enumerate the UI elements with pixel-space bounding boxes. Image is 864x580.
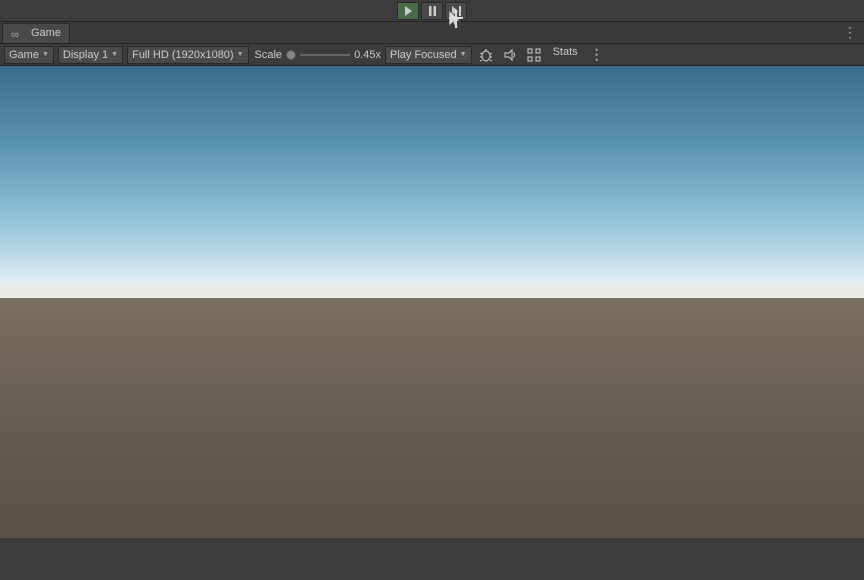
view-dropdown-label: Game — [9, 49, 39, 61]
bug-icon — [479, 48, 493, 62]
audio-icon-button[interactable] — [500, 46, 520, 64]
pause-button[interactable] — [421, 2, 443, 20]
play-focused-arrow: ▼ — [460, 51, 467, 58]
game-viewport[interactable] — [0, 66, 864, 538]
scale-label: Scale — [255, 49, 283, 61]
more-options-button[interactable]: ⋮ — [587, 46, 607, 64]
resolution-dropdown[interactable]: Full HD (1920x1080) ▼ — [127, 46, 248, 64]
grid-icon-button[interactable] — [524, 46, 544, 64]
resolution-dropdown-arrow: ▼ — [237, 51, 244, 58]
audio-icon — [503, 48, 517, 62]
tab-more-button[interactable]: ⋮ — [840, 24, 860, 42]
view-dropdown-arrow: ▼ — [42, 51, 49, 58]
stats-button[interactable]: Stats — [548, 46, 583, 64]
play-focused-label: Play Focused — [390, 49, 457, 61]
game-tab[interactable]: Game — [2, 23, 70, 43]
more-options-icon: ⋮ — [590, 46, 604, 63]
play-focused-dropdown[interactable]: Play Focused ▼ — [385, 46, 472, 64]
glasses-icon — [11, 29, 27, 37]
scale-slider-track — [300, 54, 350, 56]
game-tab-label: Game — [31, 27, 61, 39]
ground — [0, 298, 864, 538]
step-button[interactable] — [445, 2, 467, 20]
top-toolbar — [0, 0, 864, 22]
scale-value: 0.45x — [354, 49, 381, 61]
scale-slider[interactable]: 0.45x — [286, 49, 381, 61]
display-dropdown-label: Display 1 — [63, 49, 108, 61]
play-button[interactable] — [397, 2, 419, 20]
resolution-dropdown-label: Full HD (1920x1080) — [132, 49, 234, 61]
scale-slider-thumb[interactable] — [286, 50, 296, 60]
view-dropdown[interactable]: Game ▼ — [4, 46, 54, 64]
grid-icon — [527, 48, 541, 62]
options-bar: Game ▼ Display 1 ▼ Full HD (1920x1080) ▼… — [0, 44, 864, 66]
bug-icon-button[interactable] — [476, 46, 496, 64]
tab-bar: Game ⋮ — [0, 22, 864, 44]
display-dropdown[interactable]: Display 1 ▼ — [58, 46, 123, 64]
display-dropdown-arrow: ▼ — [111, 51, 118, 58]
